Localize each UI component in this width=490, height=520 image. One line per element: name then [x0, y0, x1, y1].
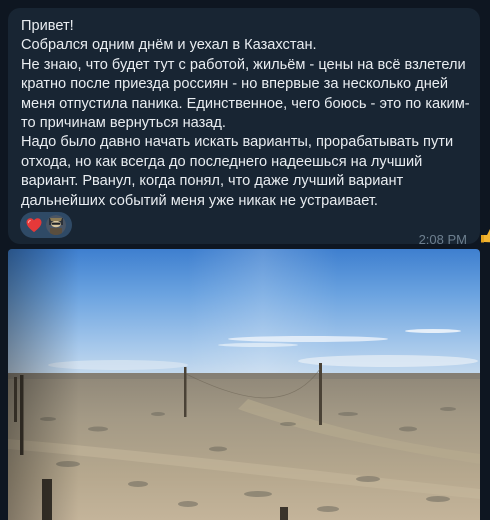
reactions-pill[interactable]: [20, 212, 72, 238]
message-bubble[interactable]: Привет! Собрался одним днём и уехал в Ка…: [8, 8, 480, 247]
steppe-landscape-photo: [8, 249, 480, 520]
chat-view: Привет! Собрался одним днём и уехал в Ка…: [0, 0, 490, 520]
user-avatar: [46, 215, 66, 235]
attached-photo[interactable]: [8, 249, 480, 520]
thumbs-up-icon: [480, 226, 490, 244]
message-time: 2:08 PM: [418, 232, 467, 247]
heart-icon: [26, 218, 42, 233]
message-text: Привет! Собрался одним днём и уехал в Ка…: [21, 18, 470, 209]
